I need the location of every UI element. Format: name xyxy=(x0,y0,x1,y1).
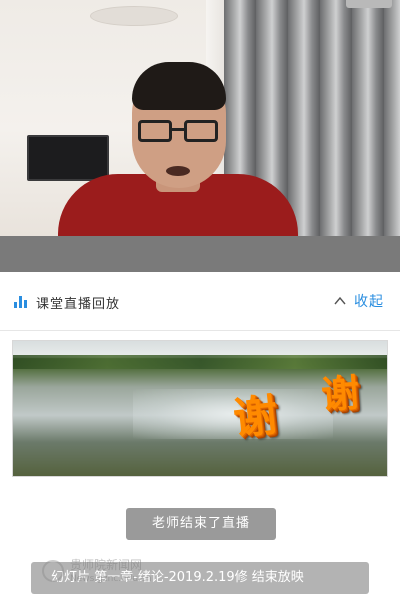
glasses-lens-left xyxy=(138,120,172,142)
slide-preview[interactable]: 谢 谢 xyxy=(12,340,388,477)
section-title: 课堂直播回放 xyxy=(36,297,121,312)
teacher-video xyxy=(58,62,298,236)
video-feed[interactable] xyxy=(0,0,400,236)
slide-text-char-2: 谢 xyxy=(319,369,361,418)
glasses xyxy=(138,120,222,144)
watermark-name: 贵师院新闻网 xyxy=(70,558,143,572)
glasses-lens-right xyxy=(184,120,218,142)
ceiling-lamp xyxy=(90,6,178,26)
bar-chart-icon xyxy=(14,296,28,308)
glasses-bridge xyxy=(172,128,184,131)
chevron-up-icon xyxy=(334,296,346,305)
replay-section-header: 课堂直播回放 收起 xyxy=(0,272,400,331)
collapse-label: 收起 xyxy=(354,294,384,310)
slide-text-char-1: 谢 xyxy=(230,389,281,446)
video-top-button[interactable] xyxy=(346,0,392,8)
live-ended-status: 老师结束了直播 xyxy=(126,508,276,540)
watermark-logo-icon xyxy=(42,560,64,582)
video-bottom-bar xyxy=(0,236,400,272)
watermark-url: News.gznc.edu.cn xyxy=(70,574,152,584)
teacher-mouth xyxy=(166,166,190,176)
teacher-hair xyxy=(132,62,226,110)
collapse-button[interactable]: 收起 xyxy=(334,291,384,311)
